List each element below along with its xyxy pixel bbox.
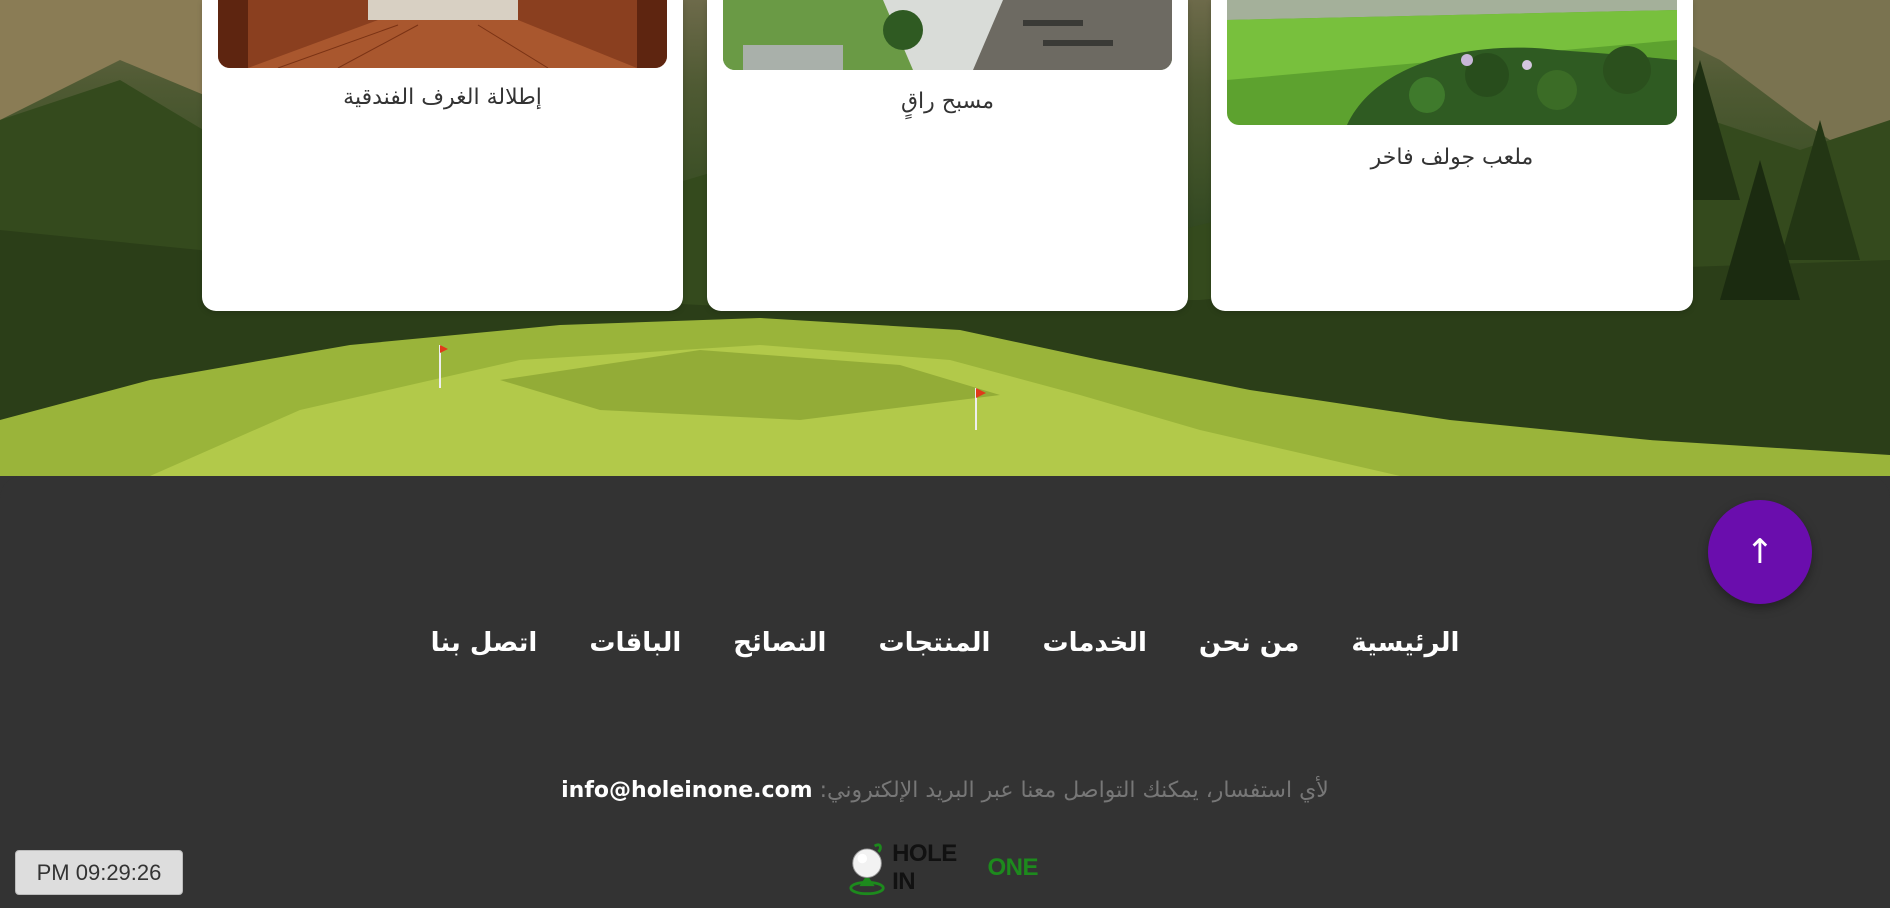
clock-widget: PM 09:29:26 [15,850,183,895]
clock-time: PM 09:29:26 [36,859,162,885]
footer-link-about[interactable]: من نحن [1173,628,1325,658]
logo-text-primary: HOLE IN [892,840,957,895]
footer-link-services[interactable]: الخدمات [1016,628,1172,658]
arrow-up-icon: ↑ [1745,532,1775,572]
card-caption: إطلالة الغرف الفندقية [343,85,542,110]
footer-link-home[interactable]: الرئيسية [1325,628,1485,658]
feature-card-rooms[interactable]: إطلالة الغرف الفندقية [202,0,683,311]
hotel-room-image [218,0,667,68]
footer-link-tips[interactable]: النصائح [707,628,852,658]
feature-card-golf[interactable]: ملعب جولف فاخر [1211,0,1693,311]
card-caption: ملعب جولف فاخر [1370,145,1534,170]
scroll-to-top-button[interactable]: ↑ [1708,500,1812,604]
footer-link-contact[interactable]: اتصل بنا [405,628,564,658]
footer-nav: الرئيسية من نحن الخدمات المنتجات النصائح… [0,628,1890,658]
site-logo[interactable]: HOLE IN ONE [848,838,1038,898]
contact-line: لأي استفسار، يمكنك التواصل معنا عبر البر… [0,778,1890,803]
footer-link-packages[interactable]: الباقات [563,628,707,658]
golf-course-image [1227,0,1677,125]
card-caption: مسبح راقٍ [900,89,995,114]
logo-text-accent: ONE [987,854,1038,881]
pool-image [723,0,1172,70]
contact-email-link[interactable]: info@holeinone.com [561,778,812,803]
golf-ball-icon [849,843,885,896]
site-footer: الرئيسية من نحن الخدمات المنتجات النصائح… [0,476,1890,908]
feature-card-pool[interactable]: مسبح راقٍ [707,0,1188,311]
contact-text: لأي استفسار، يمكنك التواصل معنا عبر البر… [819,778,1329,803]
footer-link-products[interactable]: المنتجات [852,628,1016,658]
